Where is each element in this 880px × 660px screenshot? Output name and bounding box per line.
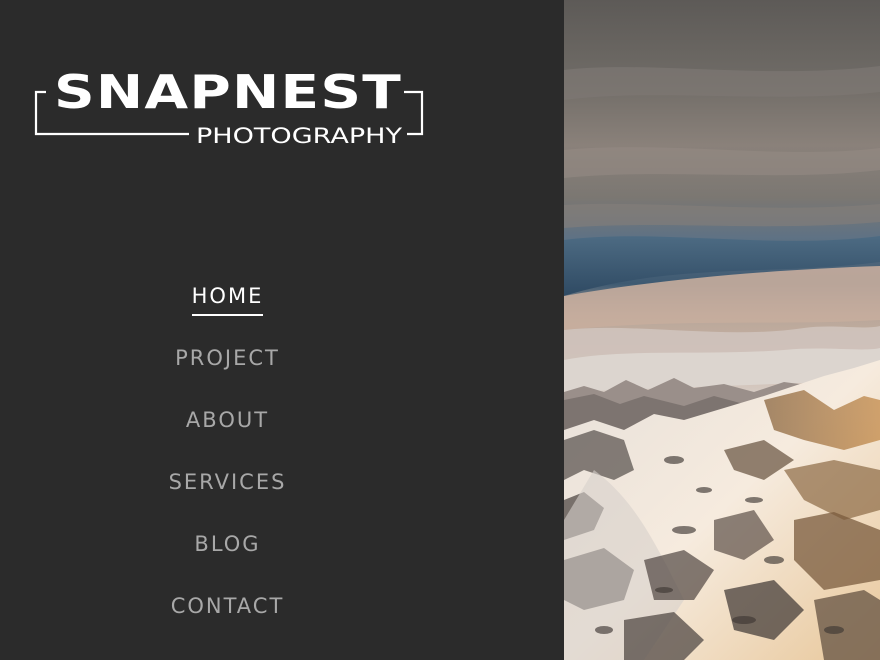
sidebar: SNAPNEST PHOTOGRAPHY HOME PROJECT ABOUT … <box>0 0 564 660</box>
nav-item-services: SERVICES <box>0 468 455 530</box>
nav-link-blog[interactable]: BLOG <box>194 530 260 562</box>
hero-mountain-image <box>564 0 880 660</box>
nav-link-home[interactable]: HOME <box>191 282 264 316</box>
mountain-landscape-illustration <box>564 0 880 660</box>
nav-item-home: HOME <box>0 282 455 344</box>
nav-link-services[interactable]: SERVICES <box>169 468 287 500</box>
page: SNAPNEST PHOTOGRAPHY HOME PROJECT ABOUT … <box>0 0 880 660</box>
nav-link-about[interactable]: ABOUT <box>186 406 269 438</box>
nav-link-contact[interactable]: CONTACT <box>171 592 285 624</box>
nav-item-project: PROJECT <box>0 344 455 406</box>
nav-item-contact: CONTACT <box>0 592 455 654</box>
logo-mark: SNAPNEST PHOTOGRAPHY <box>34 65 424 148</box>
nav-link-project[interactable]: PROJECT <box>175 344 280 376</box>
site-logo[interactable]: SNAPNEST PHOTOGRAPHY <box>34 60 424 150</box>
nav-item-blog: BLOG <box>0 530 455 592</box>
logo-subtitle: PHOTOGRAPHY <box>196 124 402 148</box>
logo-title: SNAPNEST <box>54 65 402 119</box>
main-nav: HOME PROJECT ABOUT SERVICES BLOG CONTACT <box>0 282 455 654</box>
nav-item-about: ABOUT <box>0 406 455 468</box>
